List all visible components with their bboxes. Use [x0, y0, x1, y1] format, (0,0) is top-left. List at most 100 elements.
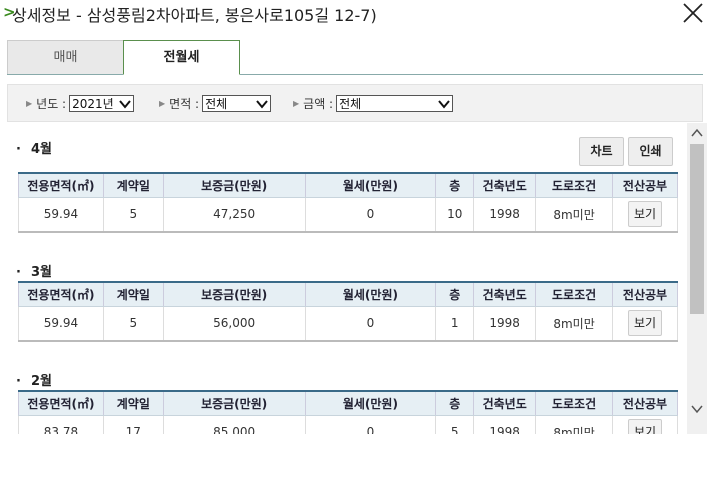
column-header: 전산공부: [612, 281, 678, 307]
day-cell: 17: [102, 414, 164, 434]
area-cell: 59.94: [18, 305, 104, 342]
bullet-triangle-icon: ▶: [293, 99, 300, 108]
column-header: 월세(만원): [304, 172, 437, 198]
rent-cell: 0: [304, 196, 437, 233]
month-label: 3월: [30, 265, 52, 280]
column-header: 전용면적(㎡): [18, 172, 104, 198]
road-cell: 8m미만: [535, 196, 613, 233]
area-cell: 83.78: [18, 414, 104, 434]
price-filter-label: 금액 :: [303, 97, 334, 111]
month-heading: · 4월: [16, 142, 52, 157]
scroll-up-button[interactable]: [687, 125, 707, 141]
column-header: 층: [435, 390, 475, 416]
bullet-triangle-icon: ▶: [26, 99, 33, 108]
road-cell: 8m미만: [535, 305, 613, 342]
rent-cell: 0: [304, 414, 437, 434]
view-button[interactable]: 보기: [628, 310, 662, 337]
month-label: 2월: [30, 374, 52, 389]
print-button[interactable]: 인쇄: [628, 137, 673, 166]
table-header-row: 전용면적(㎡) 계약일 보증금(만원) 월세(만원) 층 건축년도 도로조건 전…: [18, 281, 678, 307]
view-button[interactable]: 보기: [627, 419, 662, 434]
tab-sale[interactable]: 매매: [7, 40, 124, 74]
area-filter-label: 면적 :: [169, 97, 200, 111]
column-header: 층: [435, 281, 475, 307]
deposit-cell: 56,000: [162, 305, 306, 342]
column-header: 보증금(만원): [162, 281, 306, 307]
year-filter-label: 년도 :: [36, 97, 67, 111]
day-cell: 5: [102, 305, 164, 342]
action-cell: 보기: [612, 305, 678, 342]
area-select-value: 전체: [205, 97, 228, 111]
built-year-cell: 1998: [473, 305, 537, 342]
deal-table: 전용면적(㎡) 계약일 보증금(만원) 월세(만원) 층 건축년도 도로조건 전…: [18, 281, 678, 342]
table-row: 59.94 5 56,000 0 1 1998 8m미만 보기: [18, 305, 678, 342]
transaction-list: · 4월 차트 인쇄 전용면적(㎡) 계약일 보증금(만원) 월세(만원) 층 건…: [0, 123, 687, 434]
column-header: 전산공부: [611, 390, 679, 416]
table-header-row: 전용면적(㎡) 계약일 보증금(만원) 월세(만원) 층 건축년도 도로조건 전…: [18, 172, 679, 198]
window-title: 상세정보 - 삼성풍림2차아파트, 봉은사로105길 12-7): [12, 6, 377, 25]
year-filter: ▶ 년도 : 2021년: [26, 95, 135, 112]
action-cell: 보기: [611, 196, 679, 233]
title-bar: > 상세정보 - 삼성풍림2차아파트, 봉은사로105길 12-7): [0, 0, 707, 28]
month-label: 4월: [30, 142, 52, 157]
chevron-down-icon: [119, 99, 131, 109]
floor-cell: 5: [435, 414, 475, 434]
column-header: 도로조건: [535, 172, 613, 198]
view-button[interactable]: 보기: [627, 201, 662, 228]
column-header: 전용면적(㎡): [18, 390, 104, 416]
price-filter: ▶ 금액 : 전체: [293, 95, 454, 112]
column-header: 보증금(만원): [162, 172, 306, 198]
area-filter: ▶ 면적 : 전체: [159, 95, 272, 112]
month-heading: · 2월: [16, 374, 52, 389]
year-select-value: 2021년: [72, 97, 114, 111]
month-heading: · 3월: [16, 265, 52, 280]
year-select[interactable]: 2021년: [69, 95, 135, 112]
chart-button[interactable]: 차트: [579, 137, 624, 166]
road-cell: 8m미만: [535, 414, 613, 434]
chevron-down-icon: [438, 99, 450, 109]
close-icon: [683, 3, 703, 23]
chevron-up-icon: [691, 128, 703, 137]
table-row: 59.94 5 47,250 0 10 1998 8m미만 보기: [18, 196, 679, 233]
deal-table: 전용면적(㎡) 계약일 보증금(만원) 월세(만원) 층 건축년도 도로조건 전…: [18, 390, 679, 434]
built-year-cell: 1998: [473, 196, 537, 233]
filter-bar: ▶ 년도 : 2021년 ▶ 면적 : 전체 ▶ 금액 : 전체: [7, 84, 703, 122]
column-header: 층: [435, 172, 475, 198]
area-select[interactable]: 전체: [202, 95, 272, 112]
detail-window: > 상세정보 - 삼성풍림2차아파트, 봉은사로105길 12-7) 매매 전월…: [0, 0, 707, 479]
scrollbar-thumb[interactable]: [690, 144, 704, 314]
tab-bar: 매매 전월세: [7, 40, 703, 75]
column-header: 건축년도: [473, 281, 537, 307]
bullet-triangle-icon: ▶: [159, 99, 166, 108]
column-header: 계약일: [102, 172, 164, 198]
column-header: 보증금(만원): [162, 390, 306, 416]
table-header-row: 전용면적(㎡) 계약일 보증금(만원) 월세(만원) 층 건축년도 도로조건 전…: [18, 390, 679, 416]
floor-cell: 1: [435, 305, 475, 342]
column-header: 월세(만원): [304, 281, 437, 307]
close-button[interactable]: [680, 0, 706, 26]
deal-table: 전용면적(㎡) 계약일 보증금(만원) 월세(만원) 층 건축년도 도로조건 전…: [18, 172, 679, 233]
floor-cell: 10: [435, 196, 475, 233]
column-header: 도로조건: [535, 281, 613, 307]
deposit-cell: 85,000: [162, 414, 306, 434]
column-header: 계약일: [102, 281, 164, 307]
chevron-down-icon: [691, 405, 703, 414]
column-header: 계약일: [102, 390, 164, 416]
scroll-down-button[interactable]: [687, 401, 707, 417]
area-cell: 59.94: [18, 196, 104, 233]
vertical-scrollbar[interactable]: [687, 123, 707, 434]
price-select[interactable]: 전체: [336, 95, 454, 112]
built-year-cell: 1998: [473, 414, 537, 434]
column-header: 월세(만원): [304, 390, 437, 416]
tab-rent[interactable]: 전월세: [123, 40, 240, 75]
column-header: 전용면적(㎡): [18, 281, 104, 307]
price-select-value: 전체: [339, 97, 362, 111]
column-header: 전산공부: [611, 172, 679, 198]
column-header: 건축년도: [473, 390, 537, 416]
day-cell: 5: [102, 196, 164, 233]
chevron-down-icon: [256, 99, 268, 109]
column-header: 건축년도: [473, 172, 537, 198]
column-header: 도로조건: [535, 390, 613, 416]
table-row: 83.78 17 85,000 0 5 1998 8m미만 보기: [18, 414, 679, 434]
rent-cell: 0: [304, 305, 437, 342]
